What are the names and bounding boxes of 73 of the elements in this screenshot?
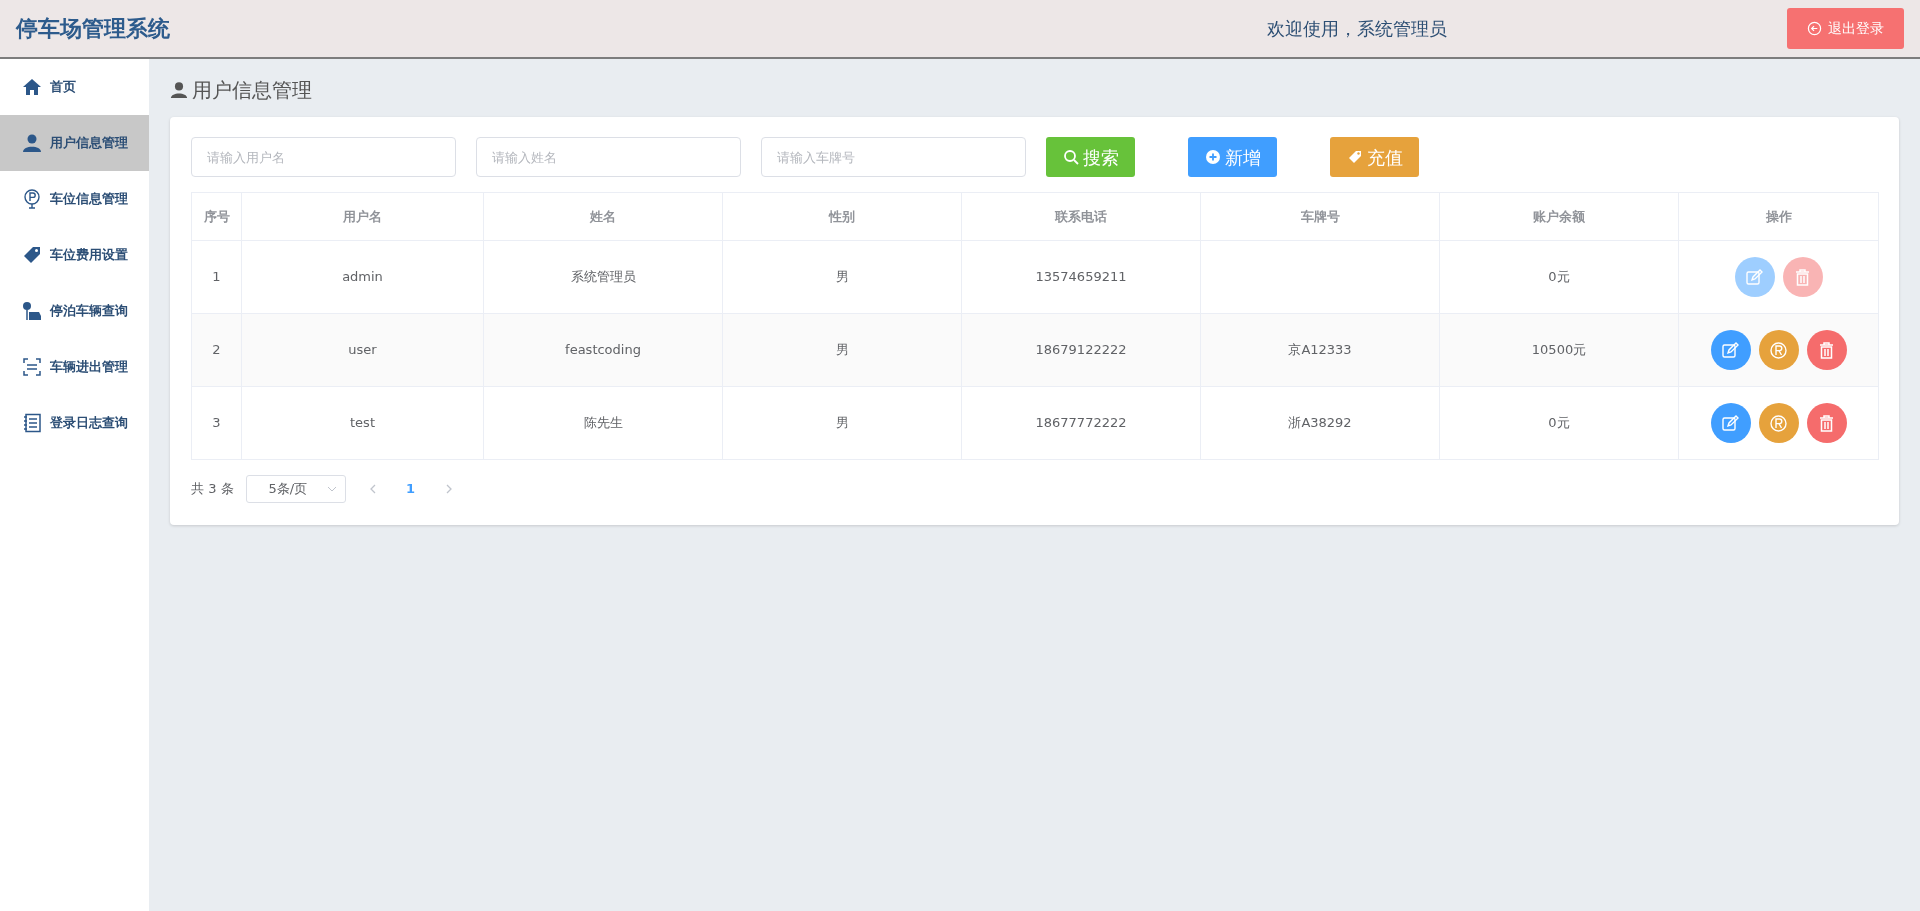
chevron-down-icon [326,486,337,492]
car-icon [22,301,42,321]
exit-icon [1807,21,1822,36]
table-cell: test [350,415,375,431]
column-header: 用户名 [241,192,484,241]
chevron-left-icon [369,484,376,494]
column-header: 车牌号 [1200,192,1440,241]
column-header: 序号 [191,192,242,241]
next-page-button[interactable] [445,484,452,494]
sidebar-item[interactable]: 车辆进出管理 [0,339,149,395]
parking-sign-icon [22,189,42,209]
column-header: 账户余额 [1439,192,1679,241]
trash-icon [1817,413,1836,433]
sidebar-item[interactable]: 登录日志查询 [0,395,149,451]
notebook-icon [22,413,42,433]
table-cell: 男 [835,415,849,431]
sidebar-item[interactable]: 车位信息管理 [0,171,149,227]
column-header: 姓名 [483,192,723,241]
table-cell: 京A12333 [1288,342,1352,358]
sidebar-item[interactable]: 车位费用设置 [0,227,149,283]
plus-circle-icon [1204,149,1221,165]
column-header: 联系电话 [961,192,1201,241]
page-size-select[interactable]: 5条/页 [245,475,346,503]
table-cell: 18677772222 [1035,415,1127,431]
table-cell: 3 [212,415,221,431]
person-icon [22,133,42,153]
scan-icon [22,357,42,377]
table-cell: 2 [212,342,221,358]
prev-page-button[interactable] [369,484,376,494]
table-cell: 陈先生 [583,415,623,431]
delete-button[interactable] [1806,403,1847,443]
table-cell: 浙A38292 [1288,415,1352,431]
trash-icon [1793,267,1812,287]
search-field[interactable]: 请输入姓名 [476,137,741,177]
table-cell: 男 [835,342,849,358]
table-cell: 男 [835,269,849,285]
table-cell: feastcoding [565,342,641,358]
chevron-right-icon [445,484,452,494]
total-count: 共 3 条 [191,480,234,499]
registered-icon [1769,413,1788,433]
table-cell: 10500元 [1531,342,1587,358]
edit-icon [1721,340,1740,360]
sidebar-item[interactable]: 首页 [0,59,149,115]
delete-button[interactable] [1806,330,1847,370]
recharge-button[interactable] [1758,403,1799,443]
registered-icon [1769,340,1788,360]
edit-icon [1745,267,1764,287]
trash-icon [1817,340,1836,360]
column-header: 操作 [1678,192,1879,241]
edit-button[interactable] [1710,403,1751,443]
table-cell: admin [342,269,383,285]
column-header: 性别 [722,192,962,241]
table-cell: 0元 [1548,415,1570,431]
sidebar-item[interactable]: 用户信息管理 [0,115,149,171]
search-icon [1062,149,1079,165]
tag-icon [22,245,42,265]
table-cell: 13574659211 [1035,269,1127,285]
edit-icon [1721,413,1740,433]
home-icon [22,77,42,97]
recharge-button[interactable] [1758,330,1799,370]
table-cell: 系统管理员 [570,269,636,285]
welcome-text: 欢迎使用，系统管理员 [1267,17,1447,41]
page-title: 用户信息管理 [192,77,312,104]
search-field[interactable]: 请输入车牌号 [761,137,1026,177]
table-cell: 0元 [1548,269,1570,285]
app-title: 停车场管理系统 [16,15,170,43]
person-icon [170,81,188,99]
sidebar-item[interactable]: 停泊车辆查询 [0,283,149,339]
table-cell: 18679122222 [1035,342,1127,358]
table-cell: 1 [212,269,221,285]
search-field[interactable]: 请输入用户名 [191,137,456,177]
table-cell: user [348,342,377,358]
edit-button[interactable] [1710,330,1751,370]
